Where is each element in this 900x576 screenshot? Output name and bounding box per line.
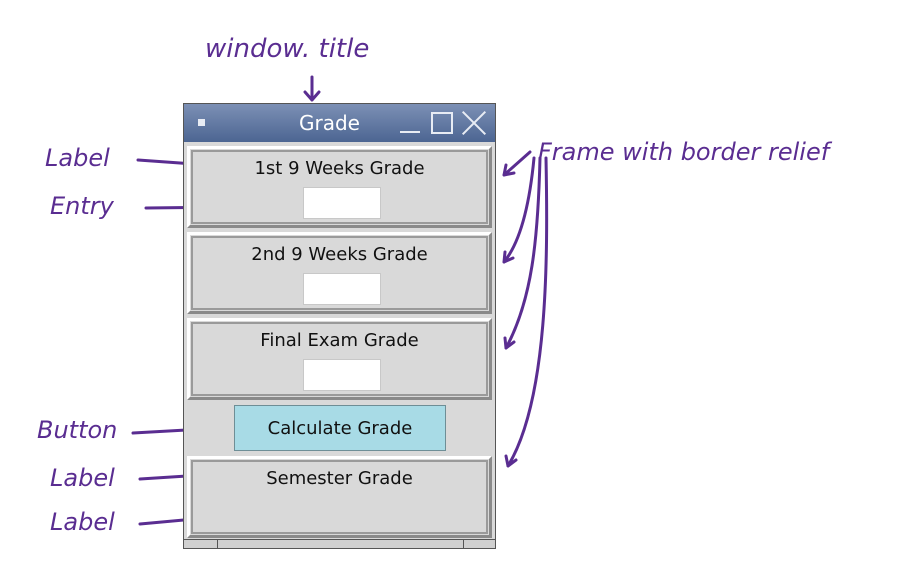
maximize-icon[interactable] <box>429 110 455 136</box>
frame-final-exam: Final Exam Grade <box>187 318 492 400</box>
frame-second-nine-weeks: 2nd 9 Weeks Grade <box>187 232 492 314</box>
entry-second-nine-weeks[interactable] <box>303 273 381 305</box>
label-first-nine-weeks: 1st 9 Weeks Grade <box>254 158 425 179</box>
annotation-label-1: Label <box>45 144 110 172</box>
arrow-frame-4 <box>504 156 549 468</box>
bottom-edge-mark <box>463 540 464 548</box>
grade-window: Grade 1st 9 Weeks Grade 2nd 9 Weeks Grad… <box>183 103 496 549</box>
frame-first-nine-weeks: 1st 9 Weeks Grade <box>187 146 492 228</box>
arrow-frame-2 <box>502 156 536 264</box>
calculate-grade-button[interactable]: Calculate Grade <box>234 405 446 451</box>
entry-final-exam[interactable] <box>303 359 381 391</box>
label-semester-grade: Semester Grade <box>266 468 413 489</box>
arrow-window-title <box>303 75 321 102</box>
annotation-label-2: Label <box>50 464 115 492</box>
annotation-button: Button <box>37 416 118 444</box>
window-bottom-edge <box>184 539 495 548</box>
label-final-exam: Final Exam Grade <box>260 330 419 351</box>
close-icon[interactable] <box>461 110 487 136</box>
annotation-frame: Frame with border relief <box>538 138 830 166</box>
window-titlebar[interactable]: Grade <box>184 104 495 142</box>
arrow-frame-1 <box>502 150 532 177</box>
label-second-nine-weeks: 2nd 9 Weeks Grade <box>251 244 428 265</box>
annotation-window-title: window. title <box>205 34 370 64</box>
annotation-label-3: Label <box>50 508 115 536</box>
bottom-edge-mark <box>217 540 218 548</box>
frame-semester-grade: Semester Grade <box>187 456 492 538</box>
annotation-entry: Entry <box>50 192 114 220</box>
arrow-frame-3 <box>503 156 542 350</box>
minimize-icon[interactable] <box>397 110 423 136</box>
entry-first-nine-weeks[interactable] <box>303 187 381 219</box>
